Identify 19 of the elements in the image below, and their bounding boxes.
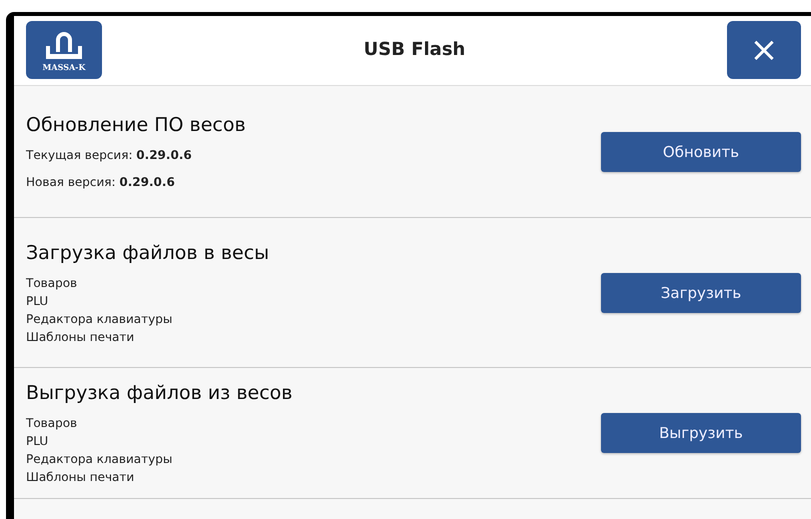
section-text: Шаблоны печати bbox=[26, 470, 136, 484]
section-text: Текущая версия: 0.29.0.6 bbox=[26, 148, 193, 162]
section-text: Товаров bbox=[26, 416, 78, 430]
section-text: Шаблоны печати bbox=[26, 330, 136, 344]
section-text: Товаров bbox=[26, 276, 78, 290]
section-title: Выгрузка файлов из весов bbox=[26, 382, 292, 404]
action-button[interactable]: Выгрузить bbox=[601, 413, 801, 453]
action-button[interactable]: Обновить bbox=[601, 132, 801, 172]
screen-title: USB Flash bbox=[364, 39, 466, 60]
section-text: Новая версия: 0.29.0.6 bbox=[26, 175, 176, 189]
section-title: Загрузка файлов в весы bbox=[26, 242, 270, 264]
section-title: Обновление ПО весов bbox=[26, 114, 246, 136]
close-button[interactable]: × bbox=[727, 20, 801, 78]
logo-text: MASSA-K bbox=[42, 62, 86, 72]
section-text: Редактора клавиатуры bbox=[26, 312, 174, 326]
section-text: PLU bbox=[26, 294, 50, 308]
action-button[interactable]: Загрузить bbox=[601, 272, 801, 312]
section-text: PLU bbox=[26, 434, 50, 448]
section-text: Редактора клавиатуры bbox=[26, 452, 174, 466]
